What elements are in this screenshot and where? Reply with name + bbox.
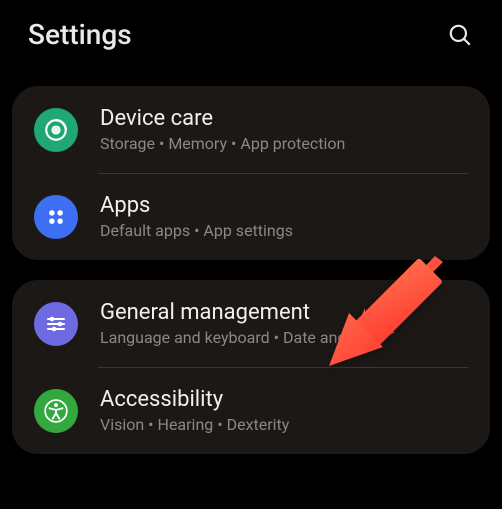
- item-text: General management Language and keyboard…: [100, 300, 468, 347]
- item-title: Accessibility: [100, 387, 468, 412]
- settings-item-general-management[interactable]: General management Language and keyboard…: [12, 280, 490, 367]
- item-text: Device care Storage • Memory • App prote…: [100, 106, 468, 153]
- general-management-icon: [34, 302, 78, 346]
- search-button[interactable]: [446, 21, 474, 49]
- settings-item-apps[interactable]: Apps Default apps • App settings: [12, 173, 490, 260]
- item-text: Accessibility Vision • Hearing • Dexteri…: [100, 387, 468, 434]
- accessibility-icon: [34, 389, 78, 433]
- item-subtitle: Vision • Hearing • Dexterity: [100, 415, 468, 434]
- header: Settings: [0, 0, 502, 86]
- device-care-icon: [34, 108, 78, 152]
- settings-group-2: General management Language and keyboard…: [12, 280, 490, 454]
- search-icon: [447, 22, 473, 48]
- page-title: Settings: [28, 18, 132, 51]
- item-subtitle: Storage • Memory • App protection: [100, 134, 468, 153]
- item-subtitle: Default apps • App settings: [100, 221, 468, 240]
- apps-icon: [34, 195, 78, 239]
- item-title: Apps: [100, 193, 468, 218]
- item-subtitle: Language and keyboard • Date and time: [100, 328, 468, 347]
- settings-item-accessibility[interactable]: Accessibility Vision • Hearing • Dexteri…: [12, 367, 490, 454]
- settings-group-1: Device care Storage • Memory • App prote…: [12, 86, 490, 260]
- settings-item-device-care[interactable]: Device care Storage • Memory • App prote…: [12, 86, 490, 173]
- item-title: Device care: [100, 106, 468, 131]
- item-text: Apps Default apps • App settings: [100, 193, 468, 240]
- item-title: General management: [100, 300, 468, 325]
